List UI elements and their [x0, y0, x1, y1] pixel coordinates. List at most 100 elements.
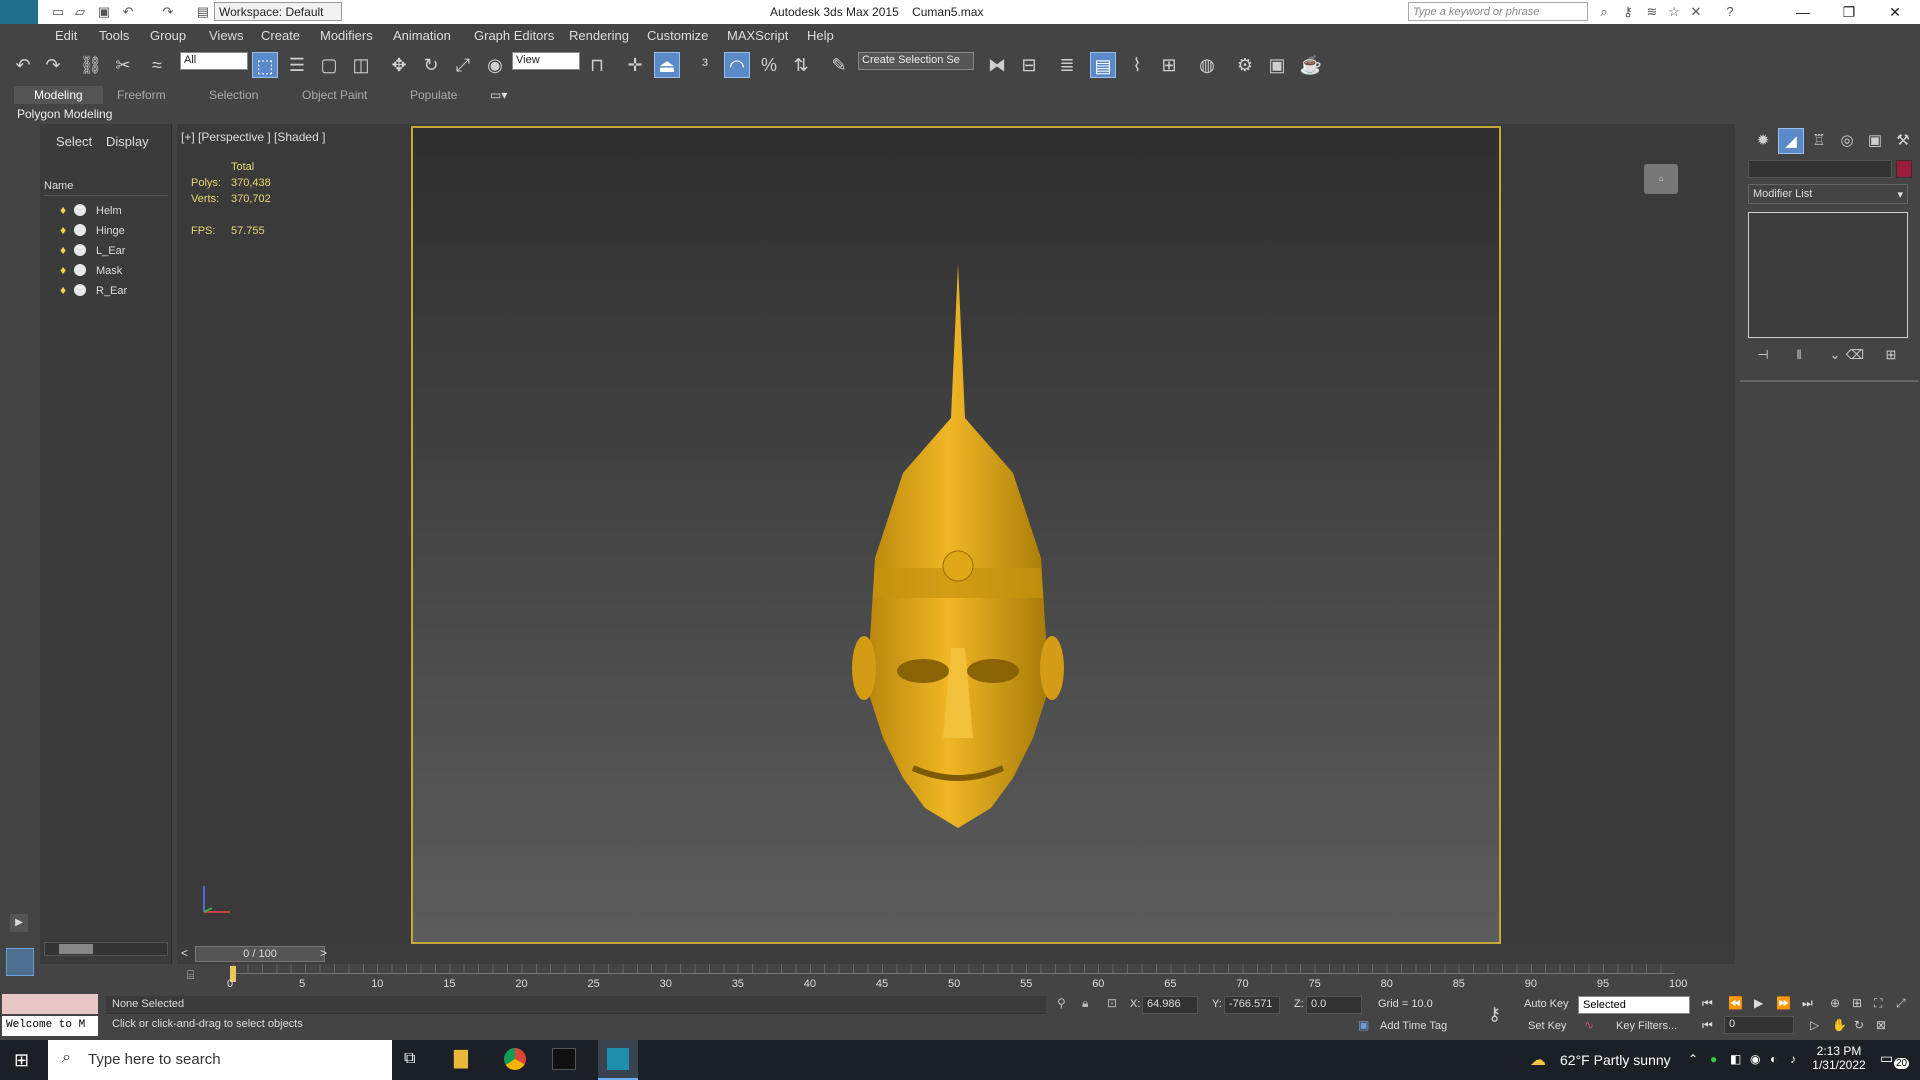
- menu-maxscript[interactable]: MAXScript: [727, 28, 788, 43]
- helmet-mask-model[interactable]: [413, 128, 1499, 942]
- tab-populate[interactable]: Populate: [410, 88, 457, 102]
- edit-named-selection-icon[interactable]: ✎: [826, 52, 852, 78]
- light-bulb-icon[interactable]: ♦: [60, 283, 66, 297]
- light-bulb-icon[interactable]: ♦: [60, 263, 66, 277]
- scene-object-row[interactable]: ♦ L_Ear: [48, 242, 168, 262]
- play-icon[interactable]: ▶: [1754, 996, 1763, 1010]
- maxscript-listener-mini[interactable]: [2, 994, 98, 1014]
- x-coordinate-field[interactable]: 64.986: [1142, 996, 1198, 1014]
- close-button[interactable]: ✕: [1872, 0, 1918, 24]
- show-end-result-icon[interactable]: ‖: [1786, 342, 1812, 368]
- menu-help[interactable]: Help: [807, 28, 834, 43]
- object-color-swatch[interactable]: [1896, 160, 1912, 178]
- light-bulb-icon[interactable]: ♦: [60, 203, 66, 217]
- zoom-icon[interactable]: ⊕: [1830, 996, 1840, 1010]
- zoom-all-icon[interactable]: ⊞: [1852, 996, 1862, 1010]
- placement-icon[interactable]: ◉: [482, 52, 508, 78]
- menu-graph-editors[interactable]: Graph Editors: [474, 28, 554, 43]
- visibility-icon[interactable]: [74, 264, 86, 276]
- clock[interactable]: 2:13 PM 1/31/2022: [1812, 1044, 1866, 1072]
- scene-object-row[interactable]: ♦ Hinge: [48, 222, 168, 242]
- time-slider-thumb[interactable]: 0 / 100: [195, 946, 325, 962]
- tray-app-icon[interactable]: ●: [1710, 1052, 1717, 1066]
- app-window-icon[interactable]: [552, 1048, 576, 1070]
- layer-manager-icon[interactable]: ≣: [1054, 52, 1080, 78]
- explorer-horizontal-scrollbar[interactable]: [44, 942, 168, 956]
- visibility-icon[interactable]: [74, 204, 86, 216]
- window-crossing-icon[interactable]: ◫: [348, 52, 374, 78]
- tray-app2-icon[interactable]: ◧: [1730, 1052, 1741, 1066]
- camera-icon[interactable]: ◉: [1750, 1052, 1760, 1066]
- rendered-frame-icon[interactable]: ▣: [1264, 52, 1290, 78]
- favorites-star-icon[interactable]: ☆: [1666, 4, 1682, 20]
- welcome-field[interactable]: Welcome to M: [2, 1016, 98, 1036]
- visibility-icon[interactable]: [74, 224, 86, 236]
- tray-overflow-icon[interactable]: ⌃: [1688, 1052, 1698, 1066]
- z-coordinate-field[interactable]: 0.0: [1306, 996, 1362, 1014]
- go-to-end-icon[interactable]: ⏭: [1802, 996, 1813, 1011]
- modifier-stack[interactable]: [1748, 212, 1908, 338]
- rotate-icon[interactable]: ↻: [418, 52, 444, 78]
- angle-snap-icon[interactable]: ◠: [724, 52, 750, 78]
- perspective-viewport[interactable]: [411, 126, 1501, 944]
- scene-explorer-toggle-icon[interactable]: ▤: [1090, 52, 1116, 78]
- move-icon[interactable]: ✥: [386, 52, 412, 78]
- weather-text[interactable]: 62°F Partly sunny: [1560, 1052, 1671, 1068]
- polygon-modeling-label[interactable]: Polygon Modeling: [17, 107, 112, 121]
- menu-group[interactable]: Group: [150, 28, 186, 43]
- task-view-icon[interactable]: ⧉: [404, 1050, 415, 1068]
- scrollbar-thumb[interactable]: [59, 944, 93, 954]
- chrome-icon[interactable]: [504, 1048, 526, 1070]
- add-time-tag[interactable]: Add Time Tag: [1380, 1020, 1447, 1032]
- scene-object-row[interactable]: ♦ Helm: [48, 202, 168, 222]
- restore-button[interactable]: ❐: [1826, 0, 1872, 24]
- viewport-label[interactable]: [+] [Perspective ] [Shaded ]: [181, 130, 325, 144]
- mirror-icon[interactable]: ⧓: [984, 52, 1010, 78]
- undo-icon[interactable]: ↶: [120, 4, 136, 20]
- save-icon[interactable]: ▣: [96, 4, 112, 20]
- rectangular-selection-icon[interactable]: ▢: [316, 52, 342, 78]
- remove-modifier-icon[interactable]: ⌫: [1842, 342, 1868, 368]
- explorer-tab-select[interactable]: Select: [56, 134, 92, 149]
- pin-stack-icon[interactable]: ⊣: [1750, 342, 1776, 368]
- workspace-dropdown[interactable]: Workspace: Default: [214, 2, 342, 21]
- previous-frame-icon[interactable]: ⏪: [1728, 996, 1743, 1010]
- menu-animation[interactable]: Animation: [393, 28, 451, 43]
- light-bulb-icon[interactable]: ♦: [60, 243, 66, 257]
- track-bar[interactable]: ⌸ 0 5 10 15 20 25 30 35 40 45 50 55 60 65 70 75 80 85 90 95…: [177, 964, 1735, 994]
- maximize-toggle-icon[interactable]: ⊠: [1876, 1018, 1886, 1032]
- menu-create[interactable]: Create: [261, 28, 300, 43]
- pan-icon[interactable]: ✋: [1832, 1018, 1847, 1032]
- go-to-start-icon[interactable]: ⏮: [1702, 996, 1713, 1011]
- hierarchy-tab-icon[interactable]: ♖: [1806, 128, 1832, 154]
- time-tag-icon[interactable]: ▣: [1358, 1018, 1369, 1032]
- new-file-icon[interactable]: ▭: [50, 4, 66, 20]
- undo-icon[interactable]: ↶: [10, 52, 36, 78]
- explorer-tab-display[interactable]: Display: [106, 134, 149, 149]
- object-name-field[interactable]: [1748, 160, 1892, 178]
- current-frame-field[interactable]: 0: [1724, 1016, 1794, 1034]
- set-key-icon[interactable]: ⚷: [1488, 1004, 1501, 1025]
- tab-freeform[interactable]: Freeform: [117, 88, 166, 102]
- time-prev-icon[interactable]: <: [181, 946, 188, 960]
- redo-icon[interactable]: ↷: [40, 52, 66, 78]
- menu-tools[interactable]: Tools: [99, 28, 129, 43]
- scale-icon[interactable]: ⤢: [450, 52, 476, 78]
- next-frame-icon[interactable]: ⏩: [1776, 996, 1791, 1010]
- selection-filter-dropdown[interactable]: All: [180, 52, 248, 70]
- isolate-selection-icon[interactable]: ⚲: [1057, 996, 1066, 1010]
- redo-icon[interactable]: ↷: [160, 4, 176, 20]
- display-tab-icon[interactable]: ▣: [1862, 128, 1888, 154]
- minimize-button[interactable]: —: [1780, 0, 1826, 24]
- project-icon[interactable]: ▤: [195, 4, 211, 20]
- key-mode-toggle-icon[interactable]: ⏮: [1702, 1018, 1713, 1033]
- named-selection-dropdown[interactable]: Create Selection Se: [858, 52, 974, 70]
- scene-object-row[interactable]: ♦ R_Ear: [48, 282, 168, 302]
- field-of-view-icon[interactable]: ▷: [1810, 1018, 1819, 1032]
- ribbon-options-icon[interactable]: ▭▾: [490, 88, 507, 102]
- zoom-extents-icon[interactable]: ⛶: [1874, 996, 1882, 1011]
- link-icon[interactable]: ⛓: [78, 52, 104, 78]
- material-editor-icon[interactable]: ◍: [1194, 52, 1220, 78]
- open-file-icon[interactable]: ▱: [72, 4, 88, 20]
- menu-rendering[interactable]: Rendering: [569, 28, 629, 43]
